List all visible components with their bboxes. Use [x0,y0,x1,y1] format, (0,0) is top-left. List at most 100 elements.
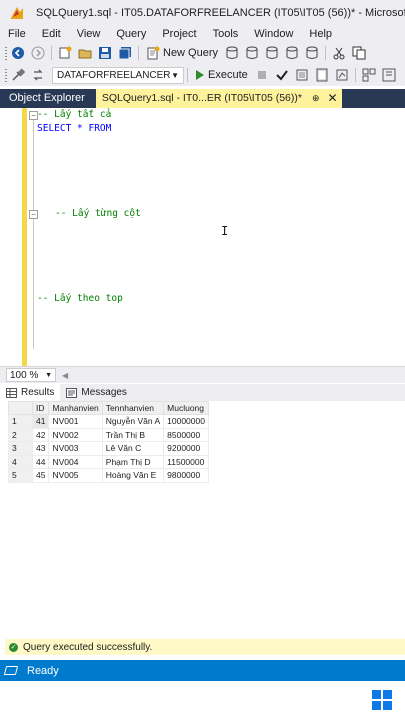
cell-mucluong[interactable]: 9800000 [163,468,209,483]
database-query-icon[interactable] [224,44,240,62]
parse-checkmark-icon[interactable] [274,66,290,84]
table-row[interactable]: 2 42 NV002 Trần Thị B 8500000 [8,427,209,442]
row-header-corner[interactable] [8,401,33,415]
chevron-down-icon: ▼ [45,371,52,379]
row-number[interactable]: 3 [8,441,33,456]
results-table[interactable]: ID Manhanvien Tennhanvien Mucluong 1 41 … [8,401,209,483]
row-number[interactable]: 1 [8,414,33,429]
query-status-message: ✓ Query executed successfully. [5,639,405,655]
open-file-icon[interactable] [77,44,93,62]
chevron-down-icon: ▼ [171,70,179,80]
cell-manhanvien[interactable]: NV002 [48,427,103,442]
cell-mucluong[interactable]: 9200000 [163,441,209,456]
tab-messages[interactable]: Messages [60,384,133,401]
new-project-icon[interactable] [57,44,73,62]
tab-object-explorer[interactable]: Object Explorer [0,89,94,108]
cell-id[interactable]: 43 [31,441,50,456]
row-number[interactable]: 4 [8,454,33,469]
cell-mucluong[interactable]: 11500000 [163,454,209,469]
table-row[interactable]: 3 43 NV003 Lê Văn C 9200000 [8,441,209,456]
change-connection-icon[interactable] [30,66,46,84]
scroll-left-icon[interactable]: ◀ [62,371,68,380]
menu-window[interactable]: Window [246,28,301,40]
table-row[interactable]: 4 44 NV004 Phạm Thị D 11500000 [8,454,209,469]
results-to-icon[interactable] [314,66,330,84]
cell-id[interactable]: 41 [31,414,50,429]
cut-icon[interactable] [331,44,347,62]
status-bar: Ready [0,660,405,681]
cell-manhanvien[interactable]: NV004 [48,454,103,469]
database-select[interactable]: DATAFORFREELANCER ▼ [52,66,184,84]
code-line-2: SELECT * FROM [37,123,112,134]
menu-project[interactable]: Project [154,28,204,40]
toolbar-grip-icon[interactable] [4,68,8,82]
outline-guide [33,219,34,299]
title-bar: SQLQuery1.sql - IT05.DATAFORFREELANCER (… [0,0,405,26]
cell-tennhanvien[interactable]: Nguyễn Văn A [101,414,165,429]
cell-manhanvien[interactable]: NV005 [48,468,103,483]
query-editor[interactable]: − -- Lấy tất cả SELECT * FROM − -- Lấy t… [0,108,405,366]
cell-tennhanvien[interactable]: Lê Văn C [101,441,165,456]
menu-view[interactable]: View [69,28,109,40]
row-number[interactable]: 2 [8,427,33,442]
menu-tools[interactable]: Tools [205,28,247,40]
code-line-4: -- Lấy theo top [37,293,123,304]
menu-query[interactable]: Query [108,28,154,40]
collapse-region-icon[interactable]: − [29,210,38,219]
cell-tennhanvien[interactable]: Trần Thị B [101,427,165,442]
close-icon[interactable]: ✕ [328,89,338,108]
tab-results[interactable]: Results [0,384,61,401]
toolbar-grip-icon[interactable] [4,46,8,60]
debug-icon[interactable] [294,66,310,84]
toolbar-separator [354,68,356,82]
menu-help[interactable]: Help [301,28,340,40]
database-select-value: DATAFORFREELANCER [57,69,171,81]
windows-start-icon[interactable] [372,690,392,710]
tab-sqlquery1[interactable]: SQLQuery1.sql - IT0...ER (IT05\IT05 (56)… [95,89,342,108]
back-icon[interactable] [10,44,26,62]
new-query-icon [147,46,160,60]
column-header-mucluong[interactable]: Mucluong [163,401,209,415]
cell-tennhanvien[interactable]: Phạm Thị D [101,454,165,469]
results-grid[interactable]: ID Manhanvien Tennhanvien Mucluong 1 41 … [8,401,405,639]
query-options-icon[interactable] [361,66,377,84]
dmx-query-icon[interactable] [264,44,280,62]
header-row: ID Manhanvien Tennhanvien Mucluong [8,401,209,415]
cell-manhanvien[interactable]: NV001 [48,414,103,429]
include-plan-icon[interactable] [334,66,350,84]
execute-button[interactable]: Execute [195,69,248,81]
code-line-3: -- Lấy từng cột [55,208,141,219]
forward-icon[interactable] [30,44,46,62]
column-header-manhanvien[interactable]: Manhanvien [48,401,103,415]
standard-toolbar: New Query [0,42,405,64]
outline-guide [33,120,34,210]
save-all-icon[interactable] [117,44,133,62]
dax-query-icon[interactable] [304,44,320,62]
cell-tennhanvien[interactable]: Hoàng Văn E [101,468,165,483]
cell-mucluong[interactable]: 10000000 [163,414,209,429]
status-output-icon[interactable] [3,666,19,675]
save-icon[interactable] [97,44,113,62]
cell-id[interactable]: 42 [31,427,50,442]
menu-edit[interactable]: Edit [34,28,69,40]
table-row[interactable]: 1 41 NV001 Nguyễn Văn A 10000000 [8,414,209,429]
cell-id[interactable]: 44 [31,454,50,469]
cell-mucluong[interactable]: 8500000 [163,427,209,442]
query-status-text: Query executed successfully. [23,641,153,653]
mdx-query-icon[interactable] [244,44,260,62]
intellisense-icon[interactable] [381,66,397,84]
menu-file[interactable]: File [0,28,34,40]
cell-manhanvien[interactable]: NV003 [48,441,103,456]
table-row[interactable]: 5 45 NV005 Hoàng Văn E 9800000 [8,468,209,483]
row-number[interactable]: 5 [8,468,33,483]
column-header-id[interactable]: ID [31,401,50,415]
xmla-query-icon[interactable] [284,44,300,62]
column-header-tennhanvien[interactable]: Tennhanvien [101,401,165,415]
stop-icon[interactable] [254,66,270,84]
copy-icon[interactable] [351,44,367,62]
cell-id[interactable]: 45 [31,468,50,483]
zoom-select[interactable]: 100 % ▼ [6,368,56,382]
pin-icon[interactable]: ⊕ [312,89,320,108]
new-query-button[interactable]: New Query [146,46,218,60]
connect-icon[interactable] [10,66,26,84]
